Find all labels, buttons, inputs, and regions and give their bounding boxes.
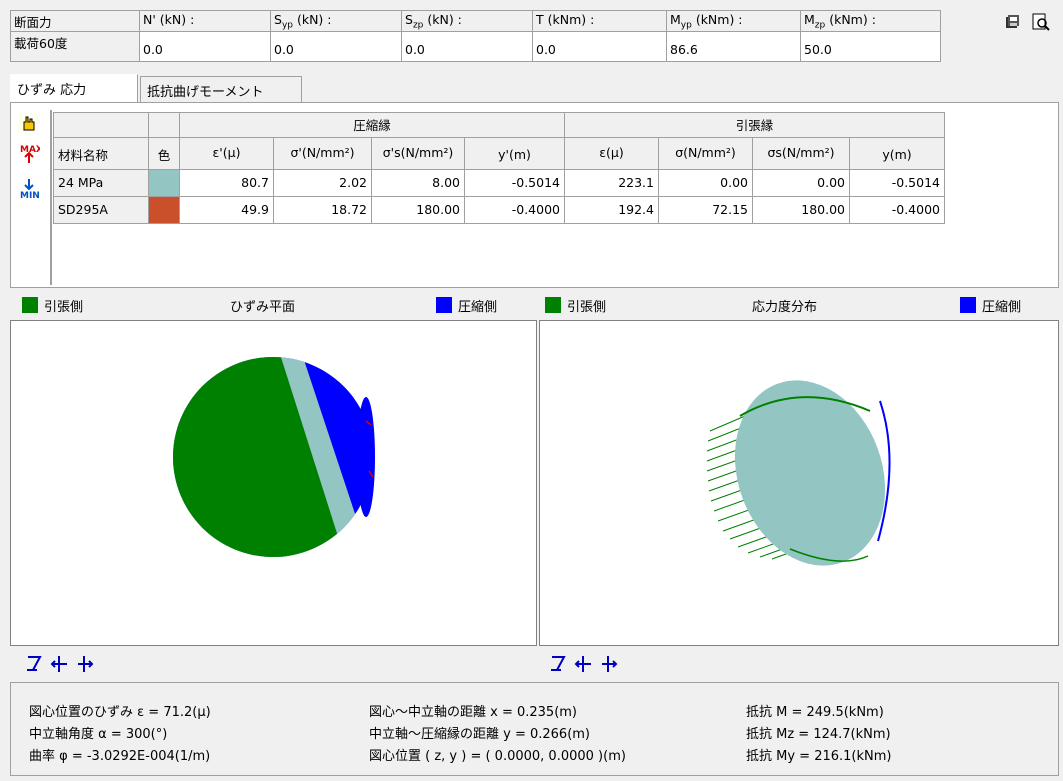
value-syp: 0.0 bbox=[271, 32, 402, 62]
stress-distribution-drawing bbox=[706, 380, 891, 566]
centroid-position: 図心位置 ( z, y ) = ( 0.0000, 0.0000 )(m) bbox=[369, 749, 626, 764]
strain-plane-canvas[interactable] bbox=[10, 320, 537, 646]
results-info-box: 図心位置のひずみ ε = 71.2(μ) 中立軸角度 α = 300(°) 曲率… bbox=[10, 682, 1059, 776]
resisting-moment-y: 抵抗 My = 216.1(kNm) bbox=[746, 749, 892, 764]
compression-legend-swatch bbox=[436, 297, 452, 313]
table-cell[interactable]: 49.9 bbox=[180, 197, 274, 224]
resisting-moment-z: 抵抗 Mz = 124.7(kNm) bbox=[746, 727, 891, 742]
header-col-t: T (kNm) : bbox=[533, 10, 667, 32]
rotate-icon[interactable] bbox=[549, 655, 567, 673]
table-cell[interactable]: 180.00 bbox=[753, 197, 850, 224]
move-left-icon[interactable] bbox=[50, 655, 70, 673]
col-eps-t: ε(μ) bbox=[565, 138, 659, 170]
tension-legend-label: 引張側 bbox=[44, 300, 84, 315]
resisting-moment: 抵抗 M = 249.5(kNm) bbox=[746, 705, 884, 720]
move-left-icon[interactable] bbox=[574, 655, 594, 673]
table-cell[interactable]: -0.4000 bbox=[465, 197, 565, 224]
header-col-myp: Myp (kNm) : bbox=[667, 10, 801, 32]
group-compression: 圧縮縁 bbox=[180, 112, 565, 138]
value-myp: 86.6 bbox=[667, 32, 801, 62]
col-sig-c: σ'(N/mm²) bbox=[274, 138, 372, 170]
table-cell[interactable]: 192.4 bbox=[565, 197, 659, 224]
compression-edge bbox=[357, 397, 375, 517]
value-mzp: 50.0 bbox=[801, 32, 941, 62]
move-right-icon[interactable] bbox=[599, 655, 619, 673]
row-color-swatch bbox=[149, 170, 180, 197]
table-cell[interactable]: -0.4000 bbox=[850, 197, 945, 224]
table-cell[interactable]: 223.1 bbox=[565, 170, 659, 197]
row-material-name[interactable]: SD295A bbox=[53, 197, 149, 224]
move-right-icon[interactable] bbox=[75, 655, 95, 673]
compression-legend-swatch bbox=[960, 297, 976, 313]
col-eps-c: ε'(μ) bbox=[180, 138, 274, 170]
compression-legend-label: 圧縮側 bbox=[982, 300, 1022, 315]
preview-icon[interactable] bbox=[1030, 12, 1052, 32]
table-cell[interactable]: 8.00 bbox=[372, 170, 465, 197]
col-sigs-t: σs(N/mm²) bbox=[753, 138, 850, 170]
value-n: 0.0 bbox=[140, 32, 271, 62]
col-sigs-c: σ's(N/mm²) bbox=[372, 138, 465, 170]
table-cell[interactable]: -0.5014 bbox=[465, 170, 565, 197]
tab-strain-stress[interactable]: ひずみ 応力 bbox=[10, 74, 138, 102]
group-tension: 引張縁 bbox=[565, 112, 945, 138]
stress-distribution-title: 応力度分布 bbox=[752, 300, 818, 315]
table-cell[interactable]: 0.00 bbox=[659, 170, 753, 197]
tension-legend-label: 引張側 bbox=[567, 300, 607, 315]
table-cell[interactable]: 72.15 bbox=[659, 197, 753, 224]
table-cell[interactable]: 0.00 bbox=[753, 170, 850, 197]
header-col-mzp: Mzp (kNm) : bbox=[801, 10, 941, 32]
compression-legend-label: 圧縮側 bbox=[458, 300, 498, 315]
centroid-neutral-distance: 図心～中立軸の距離 x = 0.235(m) bbox=[369, 705, 578, 720]
value-t: 0.0 bbox=[533, 32, 667, 62]
save-icon[interactable] bbox=[1003, 12, 1023, 32]
neutral-compress-distance: 中立軸～圧縮縁の距離 y = 0.266(m) bbox=[369, 727, 591, 742]
rotate-icon[interactable] bbox=[25, 655, 43, 673]
concrete-stress-surface bbox=[734, 380, 886, 566]
table-corner-color bbox=[149, 112, 180, 138]
tension-legend-swatch bbox=[22, 297, 38, 313]
header-col-szp: Szp (kN) : bbox=[402, 10, 533, 32]
row-color-swatch bbox=[149, 197, 180, 224]
curvature: 曲率 φ = -3.0292E-004(1/m) bbox=[29, 749, 211, 764]
strain-plane-title: ひずみ平面 bbox=[230, 300, 296, 315]
tension-legend-swatch bbox=[545, 297, 561, 313]
col-color: 色 bbox=[149, 138, 180, 170]
table-divider bbox=[50, 110, 52, 285]
table-cell[interactable]: 18.72 bbox=[274, 197, 372, 224]
centroid-strain: 図心位置のひずみ ε = 71.2(μ) bbox=[29, 705, 211, 720]
neutral-axis-angle: 中立軸角度 α = 300(°) bbox=[29, 727, 168, 742]
header-label-section-force: 断面力 bbox=[10, 10, 140, 32]
max-icon[interactable]: MAX bbox=[18, 143, 43, 165]
header-col-n: N' (kN) : bbox=[140, 10, 271, 32]
strain-plane-drawing bbox=[173, 357, 375, 557]
row-material-name[interactable]: 24 MPa bbox=[53, 170, 149, 197]
col-sig-t: σ(N/mm²) bbox=[659, 138, 753, 170]
header-col-syp: Syp (kN) : bbox=[271, 10, 402, 32]
value-szp: 0.0 bbox=[402, 32, 533, 62]
col-material-name: 材料名称 bbox=[53, 138, 149, 170]
svg-text:MIN: MIN bbox=[20, 191, 40, 200]
hand-icon[interactable] bbox=[18, 113, 38, 133]
table-cell[interactable]: 180.00 bbox=[372, 197, 465, 224]
header-label-load-case: 載荷60度 bbox=[10, 32, 140, 62]
stress-distribution-canvas[interactable] bbox=[539, 320, 1059, 646]
tab-resisting-moment[interactable]: 抵抗曲げモーメント bbox=[140, 76, 302, 102]
col-y-c: y'(m) bbox=[465, 138, 565, 170]
min-icon[interactable]: MIN bbox=[18, 178, 40, 201]
table-cell[interactable]: 2.02 bbox=[274, 170, 372, 197]
table-cell[interactable]: 80.7 bbox=[180, 170, 274, 197]
table-corner bbox=[53, 112, 149, 138]
table-cell[interactable]: -0.5014 bbox=[850, 170, 945, 197]
col-y-t: y(m) bbox=[850, 138, 945, 170]
